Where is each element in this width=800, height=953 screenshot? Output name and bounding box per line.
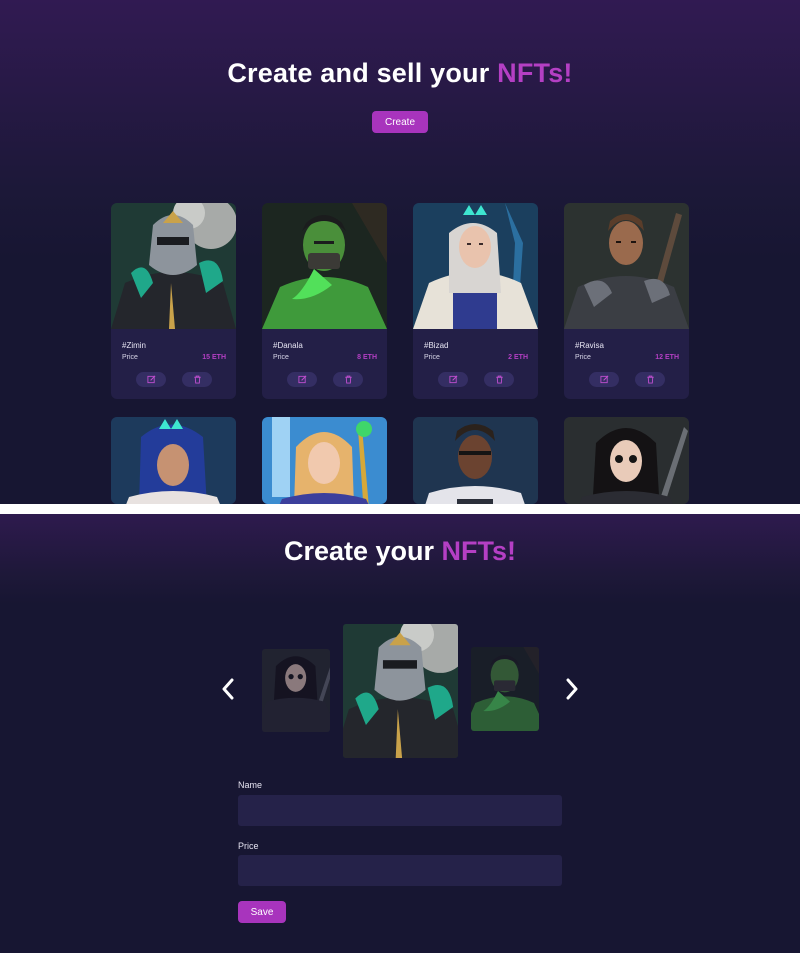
armored-knight-art[interactable] — [111, 203, 236, 329]
section-divider — [0, 504, 800, 514]
name-input[interactable] — [238, 795, 562, 826]
armored-knight-art — [343, 624, 458, 758]
price-value: 12 ETH — [655, 354, 679, 361]
price-label: Price — [273, 354, 289, 361]
blue-hair-warrior-art[interactable] — [111, 417, 236, 504]
price-field-label: Price — [238, 841, 259, 851]
hero-title-text: Create and sell your — [227, 58, 498, 88]
delete-button[interactable] — [484, 372, 514, 387]
price-value: 2 ETH — [508, 354, 528, 361]
nft-card[interactable] — [262, 417, 387, 504]
nft-name: #Bizad — [424, 341, 449, 350]
nft-name: #Zimin — [122, 341, 147, 350]
swordsman-art[interactable] — [564, 203, 689, 329]
price-label: Price — [575, 354, 591, 361]
trash-icon — [344, 375, 352, 384]
nft-card[interactable] — [413, 417, 538, 504]
form-title-text: Create your — [283, 536, 442, 566]
blonde-mage-art[interactable] — [262, 417, 387, 504]
form-title: Create your NFTs! — [0, 536, 800, 567]
edit-icon — [599, 375, 608, 384]
hero-title: Create and sell your NFTs! — [0, 58, 800, 89]
nft-card[interactable] — [564, 417, 689, 504]
trash-icon — [646, 375, 654, 384]
edit-button[interactable] — [589, 372, 619, 387]
chevron-left-icon — [222, 678, 234, 700]
carousel-prev-button[interactable] — [218, 677, 238, 701]
nft-listing-section: Create and sell your NFTs! Create #Zimin… — [0, 0, 800, 504]
delete-button[interactable] — [635, 372, 665, 387]
eyepatch-warrior-art[interactable] — [413, 417, 538, 504]
form-title-accent: NFTs! — [441, 536, 517, 566]
nft-name: #Danala — [273, 341, 303, 350]
price-input[interactable] — [238, 855, 562, 886]
hero-title-accent: NFTs! — [497, 58, 573, 88]
dark-hair-rogue-art[interactable] — [564, 417, 689, 504]
orc-warrior-art[interactable] — [262, 203, 387, 329]
price-value: 15 ETH — [202, 354, 226, 361]
carousel-next-button[interactable] — [562, 677, 582, 701]
trash-icon — [193, 375, 201, 384]
trash-icon — [495, 375, 503, 384]
orc-warrior-art — [471, 647, 539, 731]
delete-button[interactable] — [333, 372, 363, 387]
edit-button[interactable] — [438, 372, 468, 387]
price-value: 8 ETH — [357, 354, 377, 361]
edit-button[interactable] — [287, 372, 317, 387]
nft-card[interactable]: #Ravisa Price 12 ETH — [564, 203, 689, 399]
carousel-item-orc-warrior[interactable] — [471, 647, 539, 731]
save-button[interactable]: Save — [238, 901, 286, 923]
edit-icon — [448, 375, 457, 384]
nft-card[interactable]: #Danala Price 8 ETH — [262, 203, 387, 399]
chevron-right-icon — [566, 678, 578, 700]
nft-card[interactable]: #Bizad Price 2 ETH — [413, 203, 538, 399]
delete-button[interactable] — [182, 372, 212, 387]
name-label: Name — [238, 780, 263, 790]
nft-card[interactable]: #Zimin Price 15 ETH — [111, 203, 236, 399]
price-label: Price — [424, 354, 440, 361]
edit-button[interactable] — [136, 372, 166, 387]
edit-icon — [146, 375, 155, 384]
elf-mage-art[interactable] — [413, 203, 538, 329]
create-button[interactable]: Create — [372, 111, 428, 133]
carousel-item-dark-hair-rogue[interactable] — [262, 649, 330, 732]
edit-icon — [297, 375, 306, 384]
price-label: Price — [122, 354, 138, 361]
dark-hair-rogue-art — [262, 649, 330, 732]
carousel-item-armored-knight-selected[interactable] — [343, 624, 458, 758]
nft-name: #Ravisa — [575, 341, 604, 350]
create-nft-section: Create your NFTs! Name Price Save — [0, 514, 800, 953]
nft-card[interactable] — [111, 417, 236, 504]
